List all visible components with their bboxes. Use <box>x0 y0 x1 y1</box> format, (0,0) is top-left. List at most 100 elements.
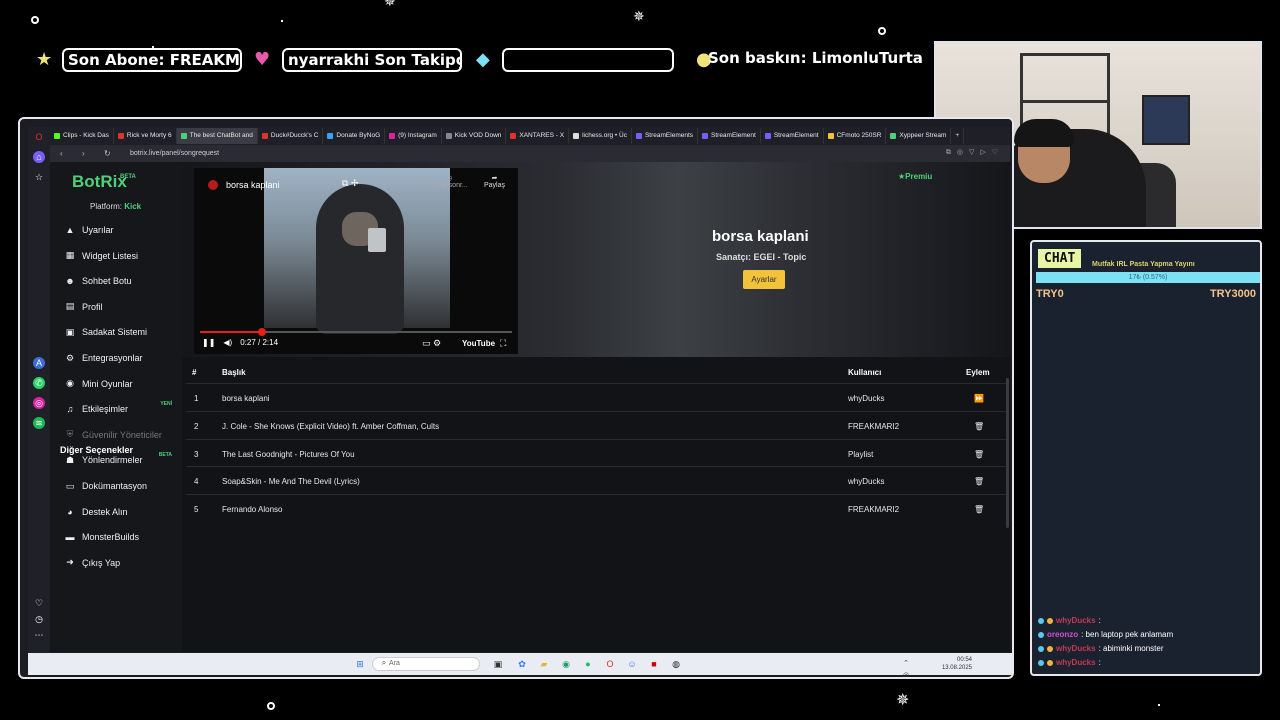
row-number: 1 <box>194 394 199 403</box>
scrollbar[interactable] <box>1006 378 1009 528</box>
tab-favicon-icon <box>54 133 60 139</box>
sidebar-item-label: Sadakat Sistemi <box>82 327 148 338</box>
browser-tab[interactable]: Duck#Ducck's C <box>258 128 324 144</box>
browser-tab[interactable]: lichess.org • Üc <box>569 128 632 144</box>
browser-tab[interactable]: CFmoto 250SR <box>824 128 887 144</box>
instagram-icon[interactable]: ◎ <box>33 397 45 409</box>
app-icon[interactable]: ■ <box>648 658 660 670</box>
sidebar-item-games[interactable]: ◉ Mini Oyunlar <box>50 373 182 395</box>
row-title: The Last Goodnight - Pictures Of You <box>222 449 355 459</box>
share-button[interactable]: ➦ Paylaş <box>484 174 505 189</box>
tab-label: StreamElement <box>711 132 756 139</box>
more-icon[interactable]: ⋯ <box>33 629 45 641</box>
watch-later-button[interactable]: ◷ Daha sonr... <box>430 174 468 189</box>
delete-icon[interactable]: 🗑 <box>974 477 984 486</box>
table-row[interactable]: 4 Soap&Skin - Me And The Devil (Lyrics) wh… <box>186 466 1006 494</box>
opera-icon[interactable]: O <box>33 131 45 143</box>
browser-tab[interactable]: StreamElements <box>632 128 699 144</box>
chat-message: whyDucks: <box>1038 614 1258 628</box>
chrome-icon[interactable]: ◉ <box>560 658 572 670</box>
delete-icon[interactable]: 🗑 <box>974 422 984 431</box>
donation-goal-title: Mutfak IRL Pasta Yapma Yayını <box>1092 261 1195 268</box>
premium-link[interactable]: ★Premiu <box>898 172 932 181</box>
table-row[interactable]: 2 J. Cole - She Knows (Explicit Video) ft… <box>186 410 1006 439</box>
browser-tab[interactable]: StreamElement <box>761 128 824 144</box>
heart-icon[interactable]: ♡ <box>33 597 45 609</box>
support-icon: ◕ <box>67 506 73 517</box>
browser-tab[interactable]: StreamElement <box>698 128 761 144</box>
sidebar-item-warning[interactable]: ▲ Uyarılar <box>50 219 182 241</box>
aria-icon[interactable]: A <box>33 357 45 369</box>
sidebar-item-shield[interactable]: ⛨ Güvenilir Yöneticiler <box>50 424 182 446</box>
opera-icon[interactable]: O <box>604 658 616 670</box>
fullscreen-icon[interactable]: ⛶ <box>500 338 506 349</box>
col-user: Kullanıcı <box>848 368 882 377</box>
forward-icon[interactable]: › <box>82 149 94 158</box>
new-tab-button[interactable]: + <box>951 128 965 144</box>
last-subscriber: Son Abone: FREAKMARI2 <box>62 48 242 72</box>
address-bar[interactable]: ‹ › ↻ botrix.live/panel/songrequest ⧉◎▽▷… <box>50 145 1010 162</box>
history-icon[interactable]: ◷ <box>33 613 45 625</box>
table-row[interactable]: 1 borsa kaplani whyDucks ⏩ <box>186 383 1006 411</box>
windows-start-icon[interactable]: ⊞ <box>354 658 366 670</box>
sidebar-item-loyalty[interactable]: ▣ Sadakat Sistemi <box>50 321 182 343</box>
table-row[interactable]: 3 The Last Goodnight - Pictures Of You Pla… <box>186 438 1006 467</box>
sparkle-icon <box>31 16 39 24</box>
sidebar-item-support[interactable]: ◕ Destek Alın <box>50 501 182 523</box>
sidebar-item-bot[interactable]: ☻ Sohbet Botu <box>50 270 182 292</box>
star-icon[interactable]: ☆ <box>33 171 45 183</box>
sidebar-item-profile[interactable]: ▤ Profil <box>50 296 182 318</box>
toolbar-icons[interactable]: ⧉◎▽▷♡ <box>946 148 1004 157</box>
playlist-icon[interactable]: ⧉ ✢ <box>342 178 358 189</box>
sidebar-item-integrations[interactable]: ⚙ Entegrasyonlar <box>50 347 182 369</box>
task-view-icon[interactable]: ▣ <box>492 658 504 670</box>
obs-icon[interactable]: ◍ <box>670 658 682 670</box>
sidebar-item-logout[interactable]: ➜ Çıkış Yap <box>50 552 182 574</box>
back-icon[interactable]: ‹ <box>60 149 72 158</box>
tab-label: Donate ByNoG <box>336 132 381 139</box>
whatsapp-icon[interactable]: ✆ <box>33 377 45 389</box>
browser-tab[interactable]: Clips - Kick Das <box>50 128 114 144</box>
sidebar-item-docs[interactable]: ▭ Dokümantasyon <box>50 475 182 497</box>
youtube-player[interactable]: borsa kaplani ⧉ ✢ ◷ Daha sonr... ➦ Paylaş … <box>194 168 518 354</box>
row-user: whyDucks <box>848 477 885 487</box>
browser-tab[interactable]: Kick VOD Down <box>442 128 507 144</box>
browser-tab[interactable]: XANTARES - X <box>506 128 570 144</box>
spotify-icon[interactable]: ● <box>582 658 594 670</box>
delete-icon[interactable]: 🗑 <box>974 505 984 514</box>
browser-tab[interactable]: (9) Instagram <box>385 128 442 144</box>
sidebar-item-laptop[interactable]: ▬ MonsterBuilds <box>50 526 182 548</box>
clock[interactable]: 00:54 13.08.2025 <box>942 656 972 672</box>
skip-icon[interactable]: ⏩ <box>974 394 984 403</box>
botrix-logo[interactable]: BotRix BETA <box>72 172 136 192</box>
sidebar-item-widget[interactable]: ▦ Widget Listesi <box>50 245 182 267</box>
pause-icon[interactable]: ❚❚ <box>202 338 215 347</box>
spotify-icon[interactable]: ≋ <box>33 417 45 429</box>
youtube-logo[interactable]: YouTube <box>462 339 495 348</box>
table-row[interactable]: 5 Fernando Alonso FREAKMARI2 🗑 <box>186 494 1006 522</box>
delete-icon[interactable]: 🗑 <box>974 450 984 459</box>
row-user: FREAKMARI2 <box>848 505 900 515</box>
settings-button[interactable]: Ayarlar <box>743 270 785 289</box>
copilot-icon[interactable]: ✿ <box>516 658 528 670</box>
home-icon[interactable]: ⌂ <box>33 151 45 163</box>
reload-icon[interactable]: ↻ <box>104 149 116 158</box>
tray-icons[interactable]: ⌃ ◎ ⚇ ⌂ ◁) <box>900 658 912 677</box>
channel-avatar[interactable] <box>208 180 218 190</box>
windows-taskbar: ⊞ Ara ⌕ ▣ ✿ ▰ ◉ ● O ☺ ■ ◍ ⌃ ◎ ⚇ ⌂ ◁) 00:… <box>28 653 1012 677</box>
browser-tab[interactable]: The best ChatBot and <box>176 128 258 144</box>
volume-icon[interactable]: ◀) <box>223 338 232 347</box>
sidebar-item-music[interactable]: ♫ Etkileşimler YENİ <box>50 398 182 420</box>
video-title[interactable]: borsa kaplani <box>226 180 280 190</box>
video-frame[interactable] <box>264 168 450 334</box>
seek-bar[interactable] <box>200 328 512 336</box>
file-explorer-icon[interactable]: ▰ <box>538 658 550 670</box>
browser-tab[interactable]: Rick ve Morty 6 <box>114 128 177 144</box>
settings-icon[interactable]: ▭ ⚙ <box>422 338 441 349</box>
discord-icon[interactable]: ☺ <box>626 658 638 670</box>
row-number: 4 <box>194 477 199 487</box>
url-text[interactable]: botrix.live/panel/songrequest <box>130 150 219 157</box>
browser-tab[interactable]: Donate ByNoG <box>323 128 386 144</box>
desktop-screen: O ⌂ ☆ A ✆ ◎ ≋ ♡ ◷ ⋯ Clips - Kick Das Rick… <box>18 117 1014 679</box>
browser-tab[interactable]: Xyppeer Stream <box>886 128 952 144</box>
